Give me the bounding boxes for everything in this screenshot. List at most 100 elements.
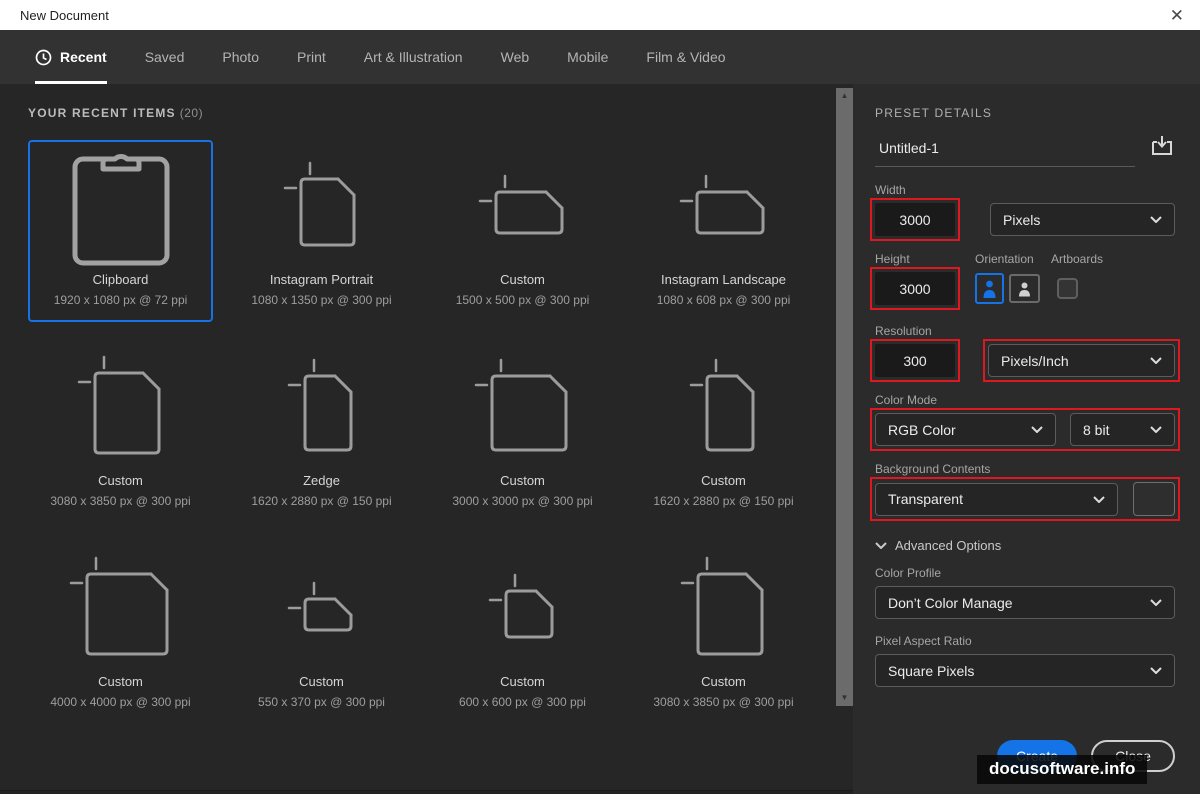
width-annotation-box: 3000 bbox=[870, 198, 960, 241]
tab-saved[interactable]: Saved bbox=[145, 30, 185, 84]
document-preset-icon bbox=[30, 343, 211, 471]
tab-film-video[interactable]: Film & Video bbox=[646, 30, 725, 84]
height-label: Height bbox=[875, 252, 910, 266]
resolution-input[interactable]: 300 bbox=[875, 344, 955, 377]
recent-item[interactable]: Custom 1620 x 2880 px @ 150 ppi bbox=[631, 341, 816, 523]
recent-item-dims: 600 x 600 px @ 300 ppi bbox=[459, 695, 586, 709]
tab-label: Art & Illustration bbox=[363, 49, 463, 65]
recent-items-panel: YOUR RECENT ITEMS (20) Clipboard 1920 x 10… bbox=[0, 84, 853, 794]
recent-item[interactable]: Custom 3000 x 3000 px @ 300 ppi bbox=[430, 341, 615, 523]
chevron-down-icon bbox=[1093, 495, 1105, 503]
orientation-portrait-button[interactable] bbox=[975, 273, 1004, 304]
tab-label: Photo bbox=[222, 49, 259, 65]
recent-item[interactable]: Custom 1500 x 500 px @ 300 ppi bbox=[430, 140, 615, 322]
document-preset-icon bbox=[231, 142, 412, 270]
recent-item-name: Custom bbox=[701, 473, 746, 488]
artboards-checkbox[interactable] bbox=[1057, 278, 1078, 299]
dialog-title: New Document bbox=[20, 7, 109, 23]
document-name-input[interactable]: Untitled-1 bbox=[875, 134, 1135, 167]
tab-art-illustration[interactable]: Art & Illustration bbox=[364, 30, 463, 84]
title-bar: New Document ✕ bbox=[0, 0, 1200, 30]
tab-label: Saved bbox=[144, 49, 185, 65]
recent-item-name: Instagram Portrait bbox=[269, 272, 374, 287]
scroll-up-icon[interactable]: ▲ bbox=[841, 92, 849, 100]
tab-mobile[interactable]: Mobile bbox=[567, 30, 608, 84]
document-preset-icon bbox=[432, 343, 613, 471]
recent-item[interactable]: Custom 600 x 600 px @ 300 ppi bbox=[430, 542, 615, 724]
background-color-swatch[interactable] bbox=[1133, 482, 1175, 516]
color-mode-value: RGB Color bbox=[888, 421, 956, 438]
width-unit-value: Pixels bbox=[1003, 211, 1041, 228]
recent-item[interactable]: Clipboard 1920 x 1080 px @ 72 ppi bbox=[28, 140, 213, 322]
chevron-down-icon bbox=[1150, 216, 1162, 223]
recent-item-dims: 1620 x 2880 px @ 150 ppi bbox=[653, 494, 794, 508]
preset-details-panel: PRESET DETAILS Untitled-1 Width 3000 Pix… bbox=[853, 84, 1200, 794]
background-contents-select[interactable]: Transparent bbox=[875, 482, 1118, 516]
clipboard-icon bbox=[30, 142, 211, 270]
recent-item[interactable]: Instagram Landscape 1080 x 608 px @ 300 p… bbox=[631, 140, 816, 322]
chevron-down-icon bbox=[1031, 426, 1043, 433]
recent-item[interactable]: Custom 4000 x 4000 px @ 300 ppi bbox=[28, 542, 213, 724]
color-profile-select[interactable]: Don’t Color Manage bbox=[875, 586, 1175, 619]
document-preset-icon bbox=[633, 142, 814, 270]
document-preset-icon bbox=[633, 343, 814, 471]
background-annotation-box: Transparent bbox=[870, 477, 1180, 521]
recent-item-name: Custom bbox=[701, 674, 746, 689]
tab-print[interactable]: Print bbox=[297, 30, 326, 84]
recent-item-dims: 1080 x 1350 px @ 300 ppi bbox=[251, 293, 392, 307]
artboards-label: Artboards bbox=[1051, 252, 1104, 266]
recent-item[interactable]: Custom 3080 x 3850 px @ 300 ppi bbox=[28, 341, 213, 523]
recent-items-count: (20) bbox=[179, 106, 204, 120]
landscape-person-icon bbox=[1019, 282, 1030, 297]
color-profile-value: Don’t Color Manage bbox=[888, 594, 1013, 611]
recent-item-dims: 1500 x 500 px @ 300 ppi bbox=[455, 293, 590, 307]
scrollbar-thumb[interactable]: ▲ ▼ bbox=[836, 88, 853, 706]
advanced-options-toggle[interactable]: Advanced Options bbox=[875, 538, 1175, 553]
resolution-annotation-box: 300 bbox=[870, 339, 960, 382]
recent-item[interactable]: Custom 550 x 370 px @ 300 ppi bbox=[229, 542, 414, 724]
tab-photo[interactable]: Photo bbox=[222, 30, 259, 84]
close-icon[interactable]: ✕ bbox=[1170, 7, 1184, 24]
preset-details-heading: PRESET DETAILS bbox=[875, 106, 993, 120]
document-preset-icon bbox=[231, 544, 412, 672]
tab-recent[interactable]: Recent bbox=[35, 30, 107, 84]
recent-item-dims: 3000 x 3000 px @ 300 ppi bbox=[452, 494, 593, 508]
resolution-label: Resolution bbox=[875, 324, 932, 338]
height-annotation-box: 3000 bbox=[870, 267, 960, 310]
tab-web[interactable]: Web bbox=[501, 30, 530, 84]
recent-item-dims: 1080 x 608 px @ 300 ppi bbox=[656, 293, 791, 307]
recent-item[interactable]: Zedge 1620 x 2880 px @ 150 ppi bbox=[229, 341, 414, 523]
save-preset-icon[interactable] bbox=[1149, 134, 1175, 163]
tab-label: Recent bbox=[60, 49, 107, 65]
category-tab-bar: Recent Saved Photo Print Art & Illustration W… bbox=[0, 30, 1200, 84]
pixel-aspect-ratio-value: Square Pixels bbox=[888, 662, 975, 679]
color-mode-label: Color Mode bbox=[875, 393, 938, 407]
new-document-dialog: New Document ✕ Recent Saved Photo Print Art … bbox=[0, 0, 1200, 794]
tab-label: Mobile bbox=[567, 49, 609, 65]
document-preset-icon bbox=[432, 142, 613, 270]
watermark: docusoftware.info bbox=[977, 755, 1148, 784]
width-unit-select[interactable]: Pixels bbox=[990, 203, 1175, 236]
color-mode-select[interactable]: RGB Color bbox=[875, 413, 1056, 446]
height-input[interactable]: 3000 bbox=[875, 272, 955, 305]
resolution-unit-select[interactable]: Pixels/Inch bbox=[988, 344, 1175, 377]
recent-item[interactable]: Custom 3080 x 3850 px @ 300 ppi bbox=[631, 542, 816, 724]
recent-item-dims: 1920 x 1080 px @ 72 ppi bbox=[53, 293, 188, 307]
color-mode-annotation-box: RGB Color 8 bit bbox=[870, 408, 1180, 451]
orientation-landscape-button[interactable] bbox=[1009, 274, 1040, 303]
chevron-down-icon bbox=[1150, 426, 1162, 433]
vertical-scrollbar[interactable]: ▲ ▼ bbox=[836, 88, 853, 706]
recent-item-name: Clipboard bbox=[92, 272, 149, 287]
recent-items-grid: Clipboard 1920 x 1080 px @ 72 ppi Instagra… bbox=[28, 140, 816, 724]
resolution-unit-value: Pixels/Inch bbox=[1001, 352, 1069, 369]
bit-depth-select[interactable]: 8 bit bbox=[1070, 413, 1175, 446]
recent-item-name: Custom bbox=[500, 674, 545, 689]
recent-item-dims: 1620 x 2880 px @ 150 ppi bbox=[251, 494, 392, 508]
chevron-down-icon bbox=[1150, 599, 1162, 606]
recent-item-dims: 4000 x 4000 px @ 300 ppi bbox=[50, 695, 191, 709]
width-label: Width bbox=[875, 183, 906, 197]
pixel-aspect-ratio-select[interactable]: Square Pixels bbox=[875, 654, 1175, 687]
recent-item[interactable]: Instagram Portrait 1080 x 1350 px @ 300 p… bbox=[229, 140, 414, 322]
width-input[interactable]: 3000 bbox=[875, 203, 955, 236]
scroll-down-icon[interactable]: ▼ bbox=[841, 694, 849, 702]
